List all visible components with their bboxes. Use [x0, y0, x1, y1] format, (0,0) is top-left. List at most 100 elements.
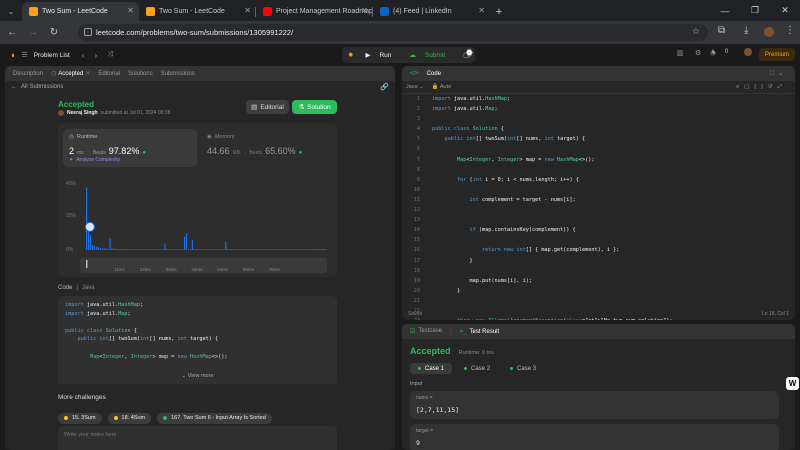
- chart-bar[interactable]: [97, 247, 99, 250]
- close-tab-icon[interactable]: ✕: [478, 6, 485, 15]
- all-submissions-link[interactable]: ← All Submissions: [11, 84, 63, 90]
- chart-bar[interactable]: [221, 249, 223, 250]
- chart-bar[interactable]: [127, 249, 129, 250]
- tab-testcase[interactable]: ☑ Testcase: [410, 328, 442, 335]
- chart-bar[interactable]: [91, 245, 94, 250]
- chart-bar[interactable]: [244, 249, 246, 250]
- tab-editorial[interactable]: Editorial: [98, 71, 120, 77]
- chart-bar[interactable]: [266, 249, 268, 250]
- chart-bar[interactable]: [227, 249, 229, 250]
- bell-icon[interactable]: 🕭: [710, 49, 716, 60]
- chart-bar[interactable]: [274, 249, 276, 250]
- chart-bar[interactable]: [254, 249, 256, 250]
- challenge-chip[interactable]: 15. 3Sum: [58, 412, 102, 424]
- chart-bar[interactable]: [278, 249, 280, 250]
- notes-input[interactable]: Write your notes here: [58, 426, 337, 450]
- settings-gear-icon[interactable]: ⚙: [695, 49, 701, 57]
- close-tab-icon[interactable]: ✕: [361, 6, 368, 15]
- chart-bar[interactable]: [281, 249, 284, 250]
- minimize-icon[interactable]: —: [710, 0, 740, 21]
- run-button[interactable]: ▶ Run: [359, 47, 403, 63]
- chart-bar[interactable]: [170, 249, 172, 250]
- chart-bar[interactable]: [289, 249, 291, 250]
- code-line[interactable]: 13: [402, 217, 795, 227]
- chart-bar[interactable]: [252, 249, 254, 250]
- browser-tab-3[interactable]: Project Management Roadmap ✕: [256, 2, 373, 21]
- chart-bar[interactable]: [291, 249, 293, 250]
- tab-test-result[interactable]: >_ Test Result: [460, 329, 500, 335]
- chart-bar[interactable]: [158, 249, 160, 250]
- chart-bar[interactable]: [262, 249, 264, 250]
- chart-bar[interactable]: [191, 240, 193, 250]
- chart-bar[interactable]: [219, 249, 221, 250]
- chart-bar[interactable]: [131, 249, 133, 250]
- code-line[interactable]: 11 int complement = target - nums[i];: [402, 197, 795, 207]
- debug-icon[interactable]: ✹: [342, 47, 359, 63]
- chart-bar[interactable]: [117, 249, 119, 250]
- menu-kebab-icon[interactable]: ⋮: [785, 25, 795, 36]
- chart-bar[interactable]: [323, 249, 325, 250]
- chart-bar[interactable]: [297, 249, 299, 250]
- submit-button[interactable]: ☁ Submit: [403, 47, 457, 63]
- chart-bar[interactable]: [103, 248, 105, 250]
- chart-bar[interactable]: [148, 249, 150, 250]
- code-line[interactable]: 12: [402, 207, 795, 217]
- chart-bar[interactable]: [107, 248, 109, 250]
- download-icon[interactable]: ⤓: [744, 25, 748, 36]
- chart-bar[interactable]: [156, 249, 158, 250]
- chart-bar[interactable]: [134, 249, 137, 250]
- leetcode-logo-icon[interactable]: ◖: [10, 50, 15, 60]
- code-line[interactable]: 17 }: [402, 258, 795, 268]
- chart-bar[interactable]: [176, 249, 178, 250]
- code-line[interactable]: [58, 319, 337, 328]
- reload-icon[interactable]: ↻: [45, 24, 63, 42]
- chart-bar[interactable]: [123, 249, 125, 250]
- chart-bar[interactable]: [189, 249, 192, 250]
- code-line[interactable]: 9 for (int i = 0; i < nums.length; i++) …: [402, 177, 795, 187]
- submitter-name[interactable]: Neeraj Singh: [67, 110, 98, 116]
- code-line[interactable]: 20 }: [402, 288, 795, 298]
- chart-bar[interactable]: [168, 249, 170, 250]
- code-line[interactable]: 8: [402, 167, 795, 177]
- chart-bar[interactable]: [95, 246, 97, 250]
- chart-bar[interactable]: [229, 249, 231, 250]
- code-line[interactable]: [58, 345, 337, 354]
- layout-icon[interactable]: ▥: [677, 49, 684, 57]
- shuffle-icon[interactable]: ⤨: [107, 51, 113, 59]
- view-more-button[interactable]: ⌄ View more: [58, 373, 337, 379]
- chart-bar[interactable]: [307, 249, 309, 250]
- chart-bar[interactable]: [242, 249, 244, 250]
- back-icon[interactable]: ←: [3, 24, 21, 42]
- runtime-box[interactable]: ◷ Runtime 2 ms | Beats 97.82% ● ✦ Analyze …: [63, 129, 197, 167]
- code-line[interactable]: 18: [402, 268, 795, 278]
- challenge-chip[interactable]: 167. Two Sum II - Input Array Is Sorted: [157, 412, 272, 424]
- code-line[interactable]: 5 public int[] twoSum(int[] nums, int ta…: [402, 136, 795, 146]
- tab-search-icon[interactable]: ⌄: [0, 2, 22, 21]
- code-line[interactable]: 4 public class Solution {: [402, 126, 795, 136]
- chart-bar[interactable]: [313, 249, 315, 250]
- chart-bar[interactable]: [240, 249, 242, 250]
- chart-bar[interactable]: [203, 249, 205, 250]
- chart-bar[interactable]: [279, 249, 282, 250]
- solution-button[interactable]: ⚗ Solution: [292, 100, 337, 114]
- code-line[interactable]: 10: [402, 187, 795, 197]
- range-slider-handle[interactable]: [86, 260, 88, 268]
- your-submission-marker[interactable]: [84, 221, 95, 232]
- chart-bar[interactable]: [115, 248, 117, 250]
- chart-bar[interactable]: [246, 249, 248, 250]
- chart-bar[interactable]: [105, 248, 107, 250]
- chart-bar[interactable]: [93, 245, 96, 250]
- chart-bar[interactable]: [321, 249, 323, 250]
- chart-bar[interactable]: [89, 235, 92, 250]
- chart-bar[interactable]: [201, 249, 203, 250]
- chart-bar[interactable]: [199, 249, 201, 250]
- profile-avatar[interactable]: [764, 27, 774, 37]
- code-line[interactable]: public int[] twoSum(int[] nums, int targ…: [58, 336, 337, 345]
- chart-bar[interactable]: [248, 249, 250, 250]
- site-info-icon[interactable]: [84, 28, 92, 36]
- chart-bar[interactable]: [111, 248, 113, 250]
- chart-bar[interactable]: [129, 249, 131, 250]
- code-line[interactable]: 2 import java.util.Map;: [402, 106, 795, 116]
- editorial-button[interactable]: ▤ Editorial: [246, 100, 289, 114]
- chart-bar[interactable]: [256, 249, 258, 250]
